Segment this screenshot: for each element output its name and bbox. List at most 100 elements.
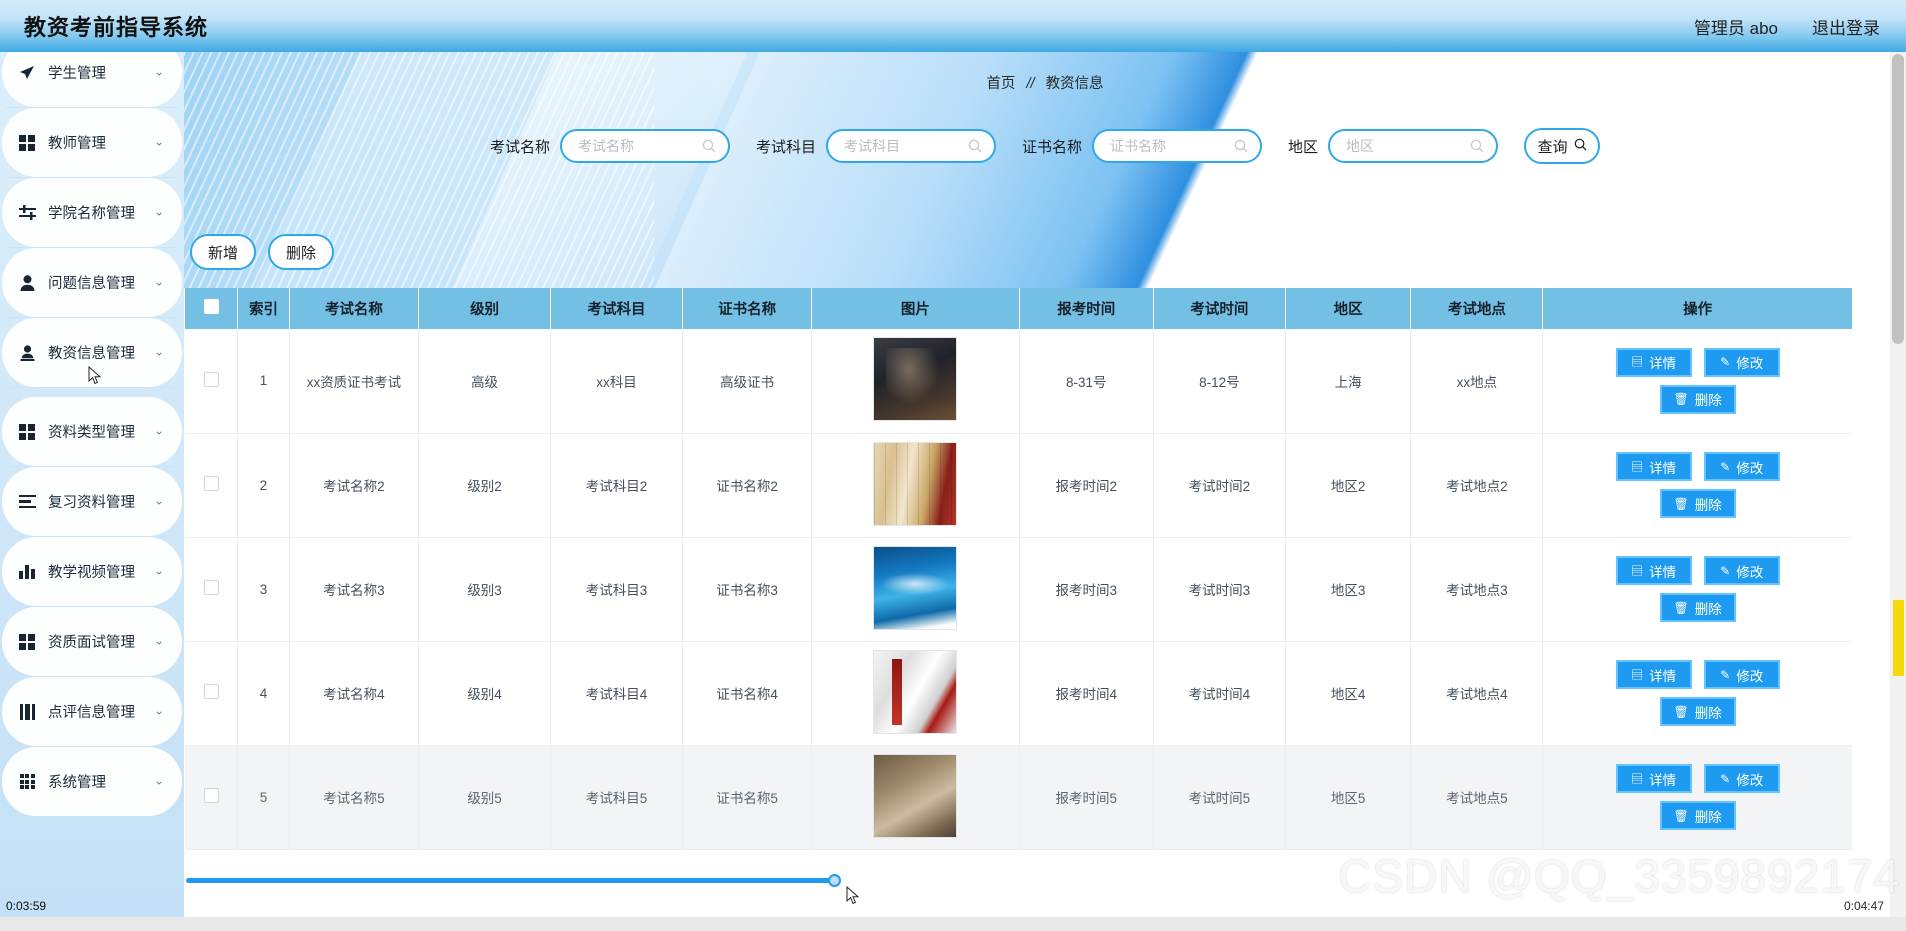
- delete-row-button-label: 删除: [1694, 497, 1722, 513]
- search-icon[interactable]: [1470, 139, 1484, 153]
- row-thumbnail-image[interactable]: [873, 753, 958, 838]
- select-all-checkbox[interactable]: [203, 299, 219, 314]
- detail-button[interactable]: ▤ 详情: [1615, 347, 1692, 377]
- logout-button[interactable]: 退出登录: [1812, 14, 1880, 39]
- certificate-name-label: 证书名称: [1022, 138, 1083, 156]
- delete-row-button[interactable]: 🗑 删除: [1659, 489, 1736, 518]
- cell-region: 上海: [1285, 329, 1412, 434]
- edit-button[interactable]: ✎ 修改: [1703, 347, 1780, 377]
- row-checkbox[interactable]: [203, 580, 219, 595]
- row-select-cell[interactable]: [185, 537, 239, 642]
- sidebar-item-review-material-management[interactable]: 复习资料管理 ⌄: [2, 467, 182, 536]
- search-icon[interactable]: [968, 139, 982, 153]
- cell-image[interactable]: [811, 537, 1020, 642]
- exam-name-input[interactable]: [575, 131, 704, 161]
- sidebar-item-label: 教师管理: [48, 136, 106, 152]
- sidebar-item-college-name-management[interactable]: 学院名称管理 ⌄: [2, 178, 182, 247]
- pencil-icon: ✎: [1720, 355, 1731, 370]
- row-select-cell[interactable]: [185, 745, 239, 850]
- detail-button[interactable]: ▤ 详情: [1615, 764, 1692, 793]
- pencil-icon: ✎: [1720, 563, 1731, 578]
- edit-button[interactable]: ✎ 修改: [1703, 556, 1780, 585]
- cell-image[interactable]: [811, 329, 1020, 434]
- scrollbar-thumb[interactable]: [1892, 54, 1904, 344]
- breadcrumb-home[interactable]: 首页: [986, 76, 1015, 92]
- cell-subject: xx科目: [550, 329, 683, 434]
- sidebar-item-label: 资料类型管理: [48, 425, 135, 441]
- media-progress-bar[interactable]: [186, 874, 841, 887]
- cell-image[interactable]: [811, 433, 1020, 538]
- progress-knob[interactable]: [828, 874, 841, 887]
- row-checkbox[interactable]: [203, 476, 219, 491]
- row-thumbnail-image[interactable]: [873, 649, 958, 734]
- exam-name-field[interactable]: [559, 129, 730, 163]
- exam-subject-label: 考试科目: [755, 138, 816, 156]
- table-row[interactable]: 3 考试名称3 级别3 考试科目3 证书名称3 报考时间3 考试时间3 地区3 …: [185, 537, 1852, 642]
- cell-certificate: 证书名称3: [682, 537, 813, 642]
- sidebar-item-label: 教资信息管理: [48, 346, 135, 362]
- detail-button[interactable]: ▤ 详情: [1615, 556, 1692, 585]
- region-input[interactable]: [1344, 131, 1473, 161]
- sidebar-item-system-management[interactable]: 系统管理 ⌄: [2, 747, 182, 816]
- cell-image[interactable]: [811, 641, 1020, 746]
- detail-button[interactable]: ▤ 详情: [1615, 452, 1692, 481]
- certificate-name-field[interactable]: [1092, 129, 1263, 163]
- row-select-cell[interactable]: [185, 641, 239, 746]
- row-checkbox[interactable]: [203, 371, 219, 387]
- exam-subject-field[interactable]: [826, 129, 996, 163]
- page-scrollbar[interactable]: ▲ ▼: [1890, 52, 1906, 931]
- cell-place: 考试地点5: [1410, 745, 1544, 850]
- sidebar-item-teacher-qualification-info-management[interactable]: 教资信息管理 ⌄: [2, 318, 182, 387]
- detail-button-label: 详情: [1649, 668, 1677, 684]
- table-row[interactable]: 5 考试名称5 级别5 考试科目5 证书名称5 报考时间5 考试时间5 地区5 …: [185, 745, 1852, 850]
- sidebar-item-qualification-interview-management[interactable]: 资质面试管理 ⌄: [2, 607, 182, 676]
- certificate-name-input[interactable]: [1108, 131, 1237, 161]
- edit-button[interactable]: ✎ 修改: [1703, 452, 1780, 481]
- row-thumbnail-image[interactable]: [873, 337, 958, 422]
- select-all-header[interactable]: [185, 288, 239, 329]
- edit-button[interactable]: ✎ 修改: [1703, 660, 1780, 689]
- row-thumbnail-image[interactable]: [873, 441, 958, 526]
- table-row[interactable]: 2 考试名称2 级别2 考试科目2 证书名称2 报考时间2 考试时间2 地区2 …: [185, 433, 1852, 538]
- delete-row-button[interactable]: 🗑 删除: [1659, 801, 1736, 830]
- edit-button[interactable]: ✎ 修改: [1703, 764, 1780, 793]
- edit-button-label: 修改: [1736, 772, 1764, 788]
- sidebar-item-teaching-video-management[interactable]: 教学视频管理 ⌄: [2, 537, 182, 606]
- exam-subject-input[interactable]: [842, 131, 970, 161]
- row-select-cell[interactable]: [185, 329, 239, 434]
- row-thumbnail-image[interactable]: [873, 545, 958, 630]
- col-level: 级别: [418, 288, 552, 329]
- table-body: 1 xx资质证书考试 高级 xx科目 高级证书 8-31号 8-12号 上海 x…: [185, 329, 1852, 850]
- cell-operations: ▤ 详情 ✎ 修改 🗑 删除: [1542, 745, 1852, 850]
- add-button[interactable]: 新增: [190, 234, 257, 270]
- search-icon[interactable]: [1234, 139, 1248, 153]
- row-checkbox[interactable]: [203, 788, 219, 803]
- user-pin-icon: [16, 344, 38, 362]
- table-row[interactable]: 4 考试名称4 级别4 考试科目4 证书名称4 报考时间4 考试时间4 地区4 …: [185, 641, 1852, 746]
- table-header-row: 索引 考试名称 级别 考试科目 证书名称 图片 报考时间 考试时间 地区 考试地…: [185, 288, 1852, 329]
- region-field[interactable]: [1328, 129, 1499, 163]
- breadcrumb: 首页 // 教资信息: [184, 72, 1906, 93]
- cell-place: 考试地点4: [1410, 641, 1544, 746]
- sidebar-nav[interactable]: 学生管理 ⌄ 教师管理 ⌄ 学院名称管理 ⌄ 问题信息管理 ⌄ 教资信息管理 ⌄…: [0, 52, 184, 931]
- detail-button[interactable]: ▤ 详情: [1615, 660, 1692, 689]
- cell-index: 1: [237, 329, 290, 434]
- search-icon: [1574, 138, 1587, 155]
- cell-image[interactable]: [811, 745, 1020, 850]
- search-icon[interactable]: [702, 139, 716, 153]
- bottom-bar: [0, 917, 1906, 931]
- row-checkbox[interactable]: [203, 684, 219, 699]
- sidebar-item-teacher-management[interactable]: 教师管理 ⌄: [2, 108, 182, 177]
- sidebar-item-question-info-management[interactable]: 问题信息管理 ⌄: [2, 248, 182, 317]
- query-button[interactable]: 查询: [1524, 128, 1601, 164]
- row-select-cell[interactable]: [185, 433, 239, 538]
- delete-button[interactable]: 删除: [268, 234, 335, 270]
- delete-row-button[interactable]: 🗑 删除: [1659, 593, 1736, 622]
- delete-row-button[interactable]: 🗑 删除: [1659, 697, 1736, 726]
- sidebar-item-student-management[interactable]: 学生管理 ⌄: [2, 52, 182, 107]
- delete-row-button[interactable]: 🗑 删除: [1659, 384, 1736, 414]
- data-table: 索引 考试名称 级别 考试科目 证书名称 图片 报考时间 考试时间 地区 考试地…: [185, 288, 1852, 850]
- table-row[interactable]: 1 xx资质证书考试 高级 xx科目 高级证书 8-31号 8-12号 上海 x…: [185, 329, 1852, 434]
- sidebar-item-review-comment-management[interactable]: 点评信息管理 ⌄: [2, 677, 182, 746]
- sidebar-item-material-type-management[interactable]: 资料类型管理 ⌄: [2, 397, 182, 466]
